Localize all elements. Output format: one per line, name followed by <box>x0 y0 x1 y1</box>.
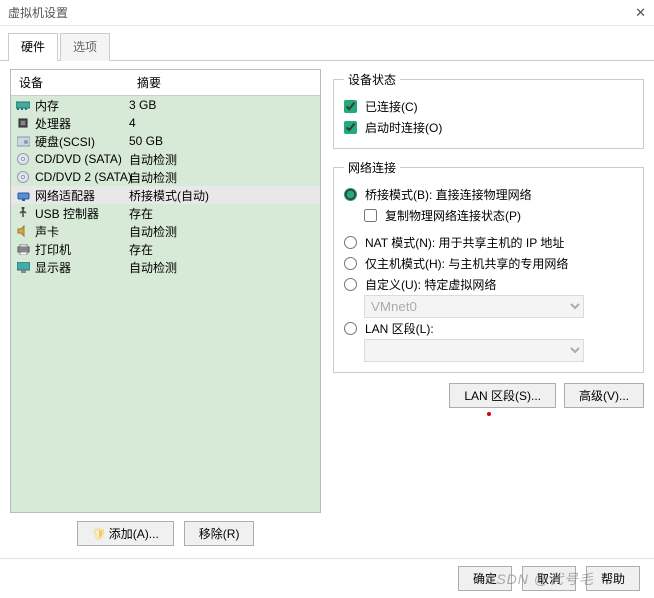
custom-radio[interactable] <box>344 278 357 291</box>
connected-checkbox[interactable] <box>344 100 357 113</box>
column-summary[interactable]: 摘要 <box>129 70 320 95</box>
device-name: CD/DVD (SATA) <box>35 152 129 166</box>
device-table: 设备 摘要 内存3 GB处理器4硬盘(SCSI)50 GBCD/DVD (SAT… <box>10 69 321 513</box>
connected-label: 已连接(C) <box>365 98 418 115</box>
network-connection-legend: 网络连接 <box>344 159 400 176</box>
device-summary: 存在 <box>129 205 316 222</box>
cd-icon <box>15 170 31 184</box>
display-icon <box>15 260 31 274</box>
table-row[interactable]: CD/DVD (SATA)自动检测 <box>11 150 320 168</box>
device-name: 打印机 <box>35 241 129 258</box>
tab-strip: 硬件 选项 <box>0 26 654 60</box>
bridged-label: 桥接模式(B): 直接连接物理网络 <box>365 186 532 203</box>
tab-options[interactable]: 选项 <box>60 33 110 61</box>
disk-icon <box>15 134 31 148</box>
connect-at-poweron-label: 启动时连接(O) <box>365 119 442 136</box>
advanced-button[interactable]: 高级(V)... <box>564 383 644 408</box>
table-row[interactable]: 声卡自动检测 <box>11 222 320 240</box>
device-name: 硬盘(SCSI) <box>35 133 129 150</box>
table-row[interactable]: 打印机存在 <box>11 240 320 258</box>
device-summary: 3 GB <box>129 98 316 112</box>
cd-icon <box>15 152 31 166</box>
lan-segments-button[interactable]: LAN 区段(S)... <box>449 383 556 408</box>
device-status-group: 设备状态 已连接(C) 启动时连接(O) <box>333 71 644 149</box>
custom-vmnet-select: VMnet0 <box>364 295 584 318</box>
table-row[interactable]: USB 控制器存在 <box>11 204 320 222</box>
ok-button[interactable]: 确定 <box>458 566 512 591</box>
table-row[interactable]: CD/DVD 2 (SATA)自动检测 <box>11 168 320 186</box>
device-name: 网络适配器 <box>35 187 129 204</box>
lan-segment-radio[interactable] <box>344 322 357 335</box>
connect-at-poweron-checkbox[interactable] <box>344 121 357 134</box>
device-summary: 自动检测 <box>129 223 316 240</box>
table-row[interactable]: 显示器自动检测 <box>11 258 320 276</box>
device-summary: 4 <box>129 116 316 130</box>
hostonly-label: 仅主机模式(H): 与主机共享的专用网络 <box>365 255 568 272</box>
table-row[interactable]: 处理器4 <box>11 114 320 132</box>
device-summary: 桥接模式(自动) <box>129 187 316 204</box>
bridged-radio[interactable] <box>344 188 357 201</box>
add-button[interactable]: 🛡添加(A)... <box>77 521 174 546</box>
network-connection-group: 网络连接 桥接模式(B): 直接连接物理网络 复制物理网络连接状态(P) NAT… <box>333 159 644 373</box>
net-icon <box>15 188 31 202</box>
column-device[interactable]: 设备 <box>11 70 129 95</box>
memory-icon <box>15 98 31 112</box>
usb-icon <box>15 206 31 220</box>
custom-label: 自定义(U): 特定虚拟网络 <box>365 276 496 293</box>
device-name: 显示器 <box>35 259 129 276</box>
window-title: 虚拟机设置 <box>8 0 68 25</box>
lan-segment-select <box>364 339 584 362</box>
device-name: CD/DVD 2 (SATA) <box>35 170 129 184</box>
device-summary: 自动检测 <box>129 169 316 186</box>
device-summary: 自动检测 <box>129 151 316 168</box>
table-row[interactable]: 硬盘(SCSI)50 GB <box>11 132 320 150</box>
device-name: 声卡 <box>35 223 129 240</box>
cpu-icon <box>15 116 31 130</box>
nat-label: NAT 模式(N): 用于共享主机的 IP 地址 <box>365 234 564 251</box>
help-button[interactable]: 帮助 <box>586 566 640 591</box>
hostonly-radio[interactable] <box>344 257 357 270</box>
table-row[interactable]: 内存3 GB <box>11 96 320 114</box>
sound-icon <box>15 224 31 238</box>
device-status-legend: 设备状态 <box>344 71 400 88</box>
lan-segment-label: LAN 区段(L): <box>365 320 434 337</box>
close-icon[interactable]: ✕ <box>635 0 646 25</box>
replicate-label: 复制物理网络连接状态(P) <box>385 207 521 224</box>
replicate-checkbox[interactable] <box>364 209 377 222</box>
device-summary: 存在 <box>129 241 316 258</box>
device-name: 处理器 <box>35 115 129 132</box>
title-bar: 虚拟机设置 ✕ <box>0 0 654 26</box>
nat-radio[interactable] <box>344 236 357 249</box>
tab-hardware[interactable]: 硬件 <box>8 33 58 61</box>
remove-button[interactable]: 移除(R) <box>184 521 255 546</box>
table-row[interactable]: 网络适配器桥接模式(自动) <box>11 186 320 204</box>
device-summary: 50 GB <box>129 134 316 148</box>
device-summary: 自动检测 <box>129 259 316 276</box>
cancel-button[interactable]: 取消 <box>522 566 576 591</box>
device-name: 内存 <box>35 97 129 114</box>
printer-icon <box>15 242 31 256</box>
device-name: USB 控制器 <box>35 205 129 222</box>
shield-icon: 🛡 <box>92 527 107 541</box>
red-dot-indicator <box>487 412 491 416</box>
